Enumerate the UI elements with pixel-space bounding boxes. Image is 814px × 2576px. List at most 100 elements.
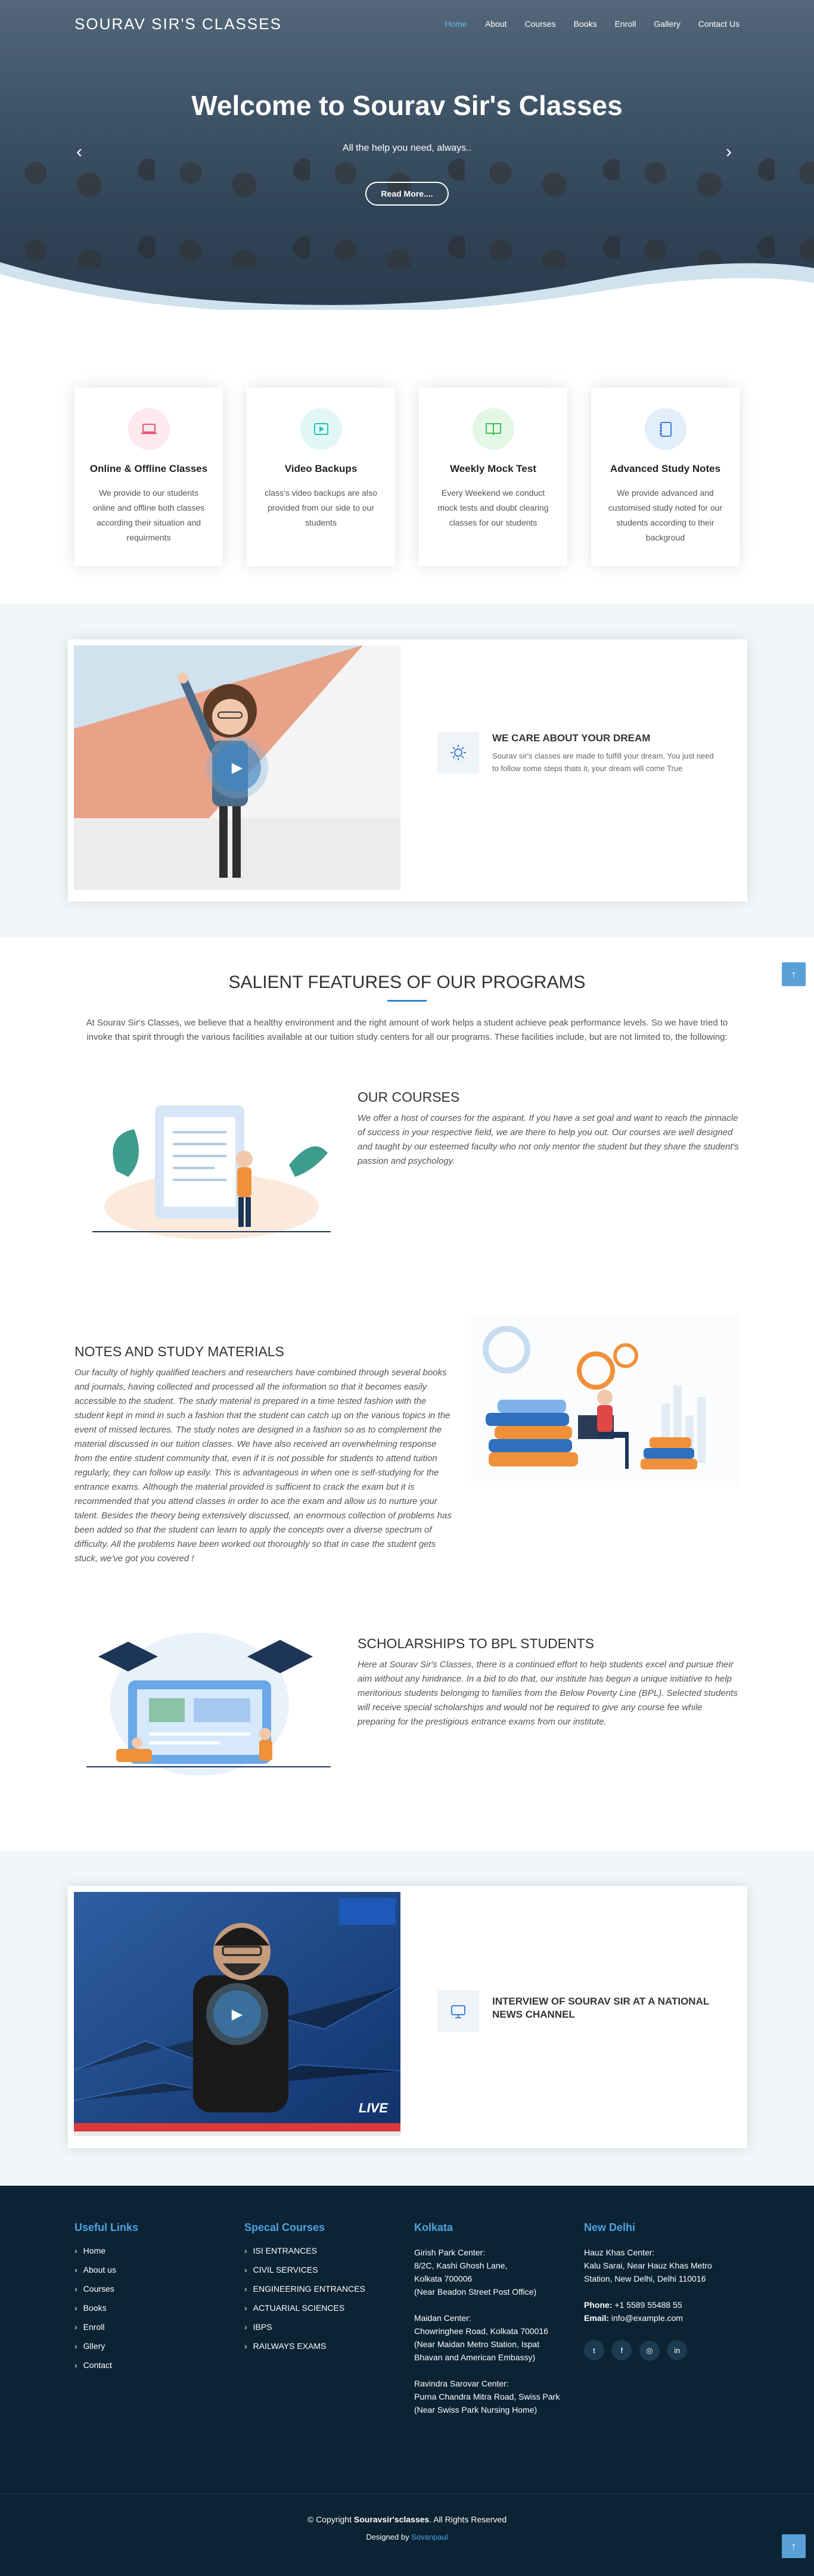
scholarship-feature: SCHOLARSHIPS TO BPL STUDENTS Here at Sou… xyxy=(358,1636,739,1729)
notes-feature: NOTES AND STUDY MATERIALS Our faculty of… xyxy=(74,1344,456,1566)
carousel-next-icon[interactable]: › xyxy=(726,142,732,162)
navbar: SOURAV SIR'S CLASSES Home About Courses … xyxy=(0,0,814,48)
back-to-top-button[interactable]: ↑ xyxy=(782,962,806,986)
dream-video-thumbnail[interactable]: ▶ xyxy=(74,645,400,890)
site-logo[interactable]: SOURAV SIR'S CLASSES xyxy=(74,15,282,33)
live-badge: LIVE xyxy=(359,2100,388,2115)
card-text: class's video backups are also provided … xyxy=(265,488,377,527)
address-line: (Near Beadon Street Post Office) xyxy=(414,2287,537,2297)
footer: Useful Links Home About us Courses Books… xyxy=(0,2186,814,2576)
footer-heading: Kolkata xyxy=(414,2221,453,2233)
dream-text: Sourav sir's classes are made to fulfill… xyxy=(492,751,714,773)
footer-link-gallery[interactable]: Gllery xyxy=(74,2341,138,2351)
footer-course-link[interactable]: ENGINEERING ENTRANCES xyxy=(244,2284,365,2294)
card-title: Weekly Mock Test xyxy=(450,463,536,474)
notes-icon xyxy=(644,408,686,450)
footer-course-link[interactable]: IBPS xyxy=(244,2322,365,2332)
footer-course-link[interactable]: RAILWAYS EXAMS xyxy=(244,2341,365,2351)
salient-intro: At Sourav Sir's Classes, we believe that… xyxy=(86,1018,728,1042)
instagram-icon[interactable]: ◎ xyxy=(639,2340,660,2361)
address-line: Bhavan and American Embassy) xyxy=(414,2353,536,2362)
card-online-classes[interactable]: Online & Offline Classes We provide to o… xyxy=(74,387,223,566)
address-line: Station, New Delhi, Delhi 110016 xyxy=(584,2274,706,2283)
designed-by-label: Designed by xyxy=(366,2533,409,2541)
phone-number[interactable]: +1 5589 55488 55 xyxy=(614,2300,682,2310)
footer-link-about[interactable]: About us xyxy=(74,2265,138,2274)
card-text: Every Weekend we conduct mock tests and … xyxy=(437,488,549,527)
footer-link-home[interactable]: Home xyxy=(74,2246,138,2255)
interview-video-box: LIVE ▶ INTERVIEW OF SOURAV SIR AT A NATI… xyxy=(68,1886,747,2148)
address-line: Girish Park Center: xyxy=(414,2248,486,2257)
address-line: 8/2C, Kashi Ghosh Lane, xyxy=(414,2261,508,2270)
title-underline xyxy=(387,1000,427,1002)
play-icon[interactable]: ▶ xyxy=(213,1990,261,2038)
copyright-brand: Souravsir'sclasses xyxy=(353,2515,430,2524)
footer-delhi: New Delhi Hauz Khas Center: Kalu Sarai, … xyxy=(584,2221,739,2361)
interview-title: INTERVIEW OF SOURAV SIR AT A NATIONAL NE… xyxy=(492,1996,709,2020)
card-title: Video Backups xyxy=(284,463,358,474)
card-mock-test[interactable]: Weekly Mock Test Every Weekend we conduc… xyxy=(419,387,567,566)
address-line: Maidan Center: xyxy=(414,2313,471,2323)
facebook-icon[interactable]: f xyxy=(611,2340,632,2360)
linkedin-icon[interactable]: in xyxy=(667,2340,688,2360)
footer-course-link[interactable]: ACTUARIAL SCIENCES xyxy=(244,2303,365,2313)
interview-video-thumbnail[interactable]: LIVE ▶ xyxy=(74,1892,400,2136)
read-more-button[interactable]: Read More.... xyxy=(365,182,449,206)
footer-link-enroll[interactable]: Enroll xyxy=(74,2322,138,2332)
address-line: (Near Maidan Metro Station, Ispat xyxy=(414,2339,540,2349)
address-line: Chowringhee Road, Kolkata 700016 xyxy=(414,2326,548,2336)
scholarship-title: SCHOLARSHIPS TO BPL STUDENTS xyxy=(358,1636,595,1651)
courses-illustration xyxy=(92,1105,331,1239)
courses-text: We offer a host of courses for the aspir… xyxy=(358,1113,739,1166)
card-video-backups[interactable]: Video Backups class's video backups are … xyxy=(247,387,395,566)
back-to-top-button[interactable]: ↑ xyxy=(782,2534,806,2558)
video-icon xyxy=(300,408,342,450)
hero-wave xyxy=(0,262,814,310)
nav-enroll[interactable]: Enroll xyxy=(615,19,636,29)
nav-courses[interactable]: Courses xyxy=(525,19,556,29)
dream-title: WE CARE ABOUT YOUR DREAM xyxy=(492,732,651,744)
designer-link[interactable]: Sovanpaul xyxy=(411,2533,448,2541)
dream-video-box: ▶ WE CARE ABOUT YOUR DREAM Sourav sir's … xyxy=(68,639,747,902)
monitor-icon xyxy=(437,1990,479,2032)
footer-special-courses: Specal Courses ISI ENTRANCES CIVIL SERVI… xyxy=(244,2221,365,2360)
address-line: Ravindra Sarovar Center: xyxy=(414,2379,509,2388)
footer-link-books[interactable]: Books xyxy=(74,2303,138,2313)
footer-useful-links: Useful Links Home About us Courses Books… xyxy=(74,2221,138,2379)
interview-section: LIVE ▶ INTERVIEW OF SOURAV SIR AT A NATI… xyxy=(0,1850,814,2186)
card-title: Online & Offline Classes xyxy=(89,463,208,474)
card-study-notes[interactable]: Advanced Study Notes We provide advanced… xyxy=(591,387,740,566)
phone-label: Phone: xyxy=(584,2300,613,2310)
nav-contact[interactable]: Contact Us xyxy=(698,19,740,29)
hero-title: Welcome to Sourav Sir's Classes xyxy=(191,90,623,121)
email-label: Email: xyxy=(584,2313,610,2323)
nav-books[interactable]: Books xyxy=(574,19,597,29)
feature-cards: Online & Offline Classes We provide to o… xyxy=(74,387,740,566)
social-links: t f ◎ in xyxy=(584,2340,739,2361)
address-line: Kolkata 700006 xyxy=(414,2274,473,2283)
main-menu: Home About Courses Books Enroll Gallery … xyxy=(445,19,740,29)
footer-course-link[interactable]: ISI ENTRANCES xyxy=(244,2246,365,2255)
carousel-prev-icon[interactable]: ‹ xyxy=(76,142,82,162)
sun-icon xyxy=(437,732,479,773)
courses-title: OUR COURSES xyxy=(358,1089,460,1105)
card-text: We provide to our students online and of… xyxy=(92,488,205,542)
copyright-rights: . All Rights Reserved xyxy=(429,2515,507,2524)
nav-gallery[interactable]: Gallery xyxy=(654,19,680,29)
email-address[interactable]: info@example.com xyxy=(611,2313,683,2323)
footer-heading: New Delhi xyxy=(584,2221,636,2233)
hero-subtitle: All the help you need, always.. xyxy=(342,143,472,153)
address-line: (Near Swiss Park Nursing Home) xyxy=(414,2405,538,2415)
address-line: Kalu Sarai, Near Hauz Khas Metro xyxy=(584,2261,712,2270)
footer-course-link[interactable]: CIVIL SERVICES xyxy=(244,2265,365,2274)
play-icon[interactable]: ▶ xyxy=(213,744,261,791)
book-icon xyxy=(472,408,514,450)
nav-home[interactable]: Home xyxy=(445,19,467,29)
footer-link-contact[interactable]: Contact xyxy=(74,2360,138,2370)
twitter-icon[interactable]: t xyxy=(584,2340,604,2360)
footer-link-courses[interactable]: Courses xyxy=(74,2284,138,2294)
courses-feature: OUR COURSES We offer a host of courses f… xyxy=(358,1089,739,1169)
address-line: Purna Chandra Mitra Road, Swiss Park xyxy=(414,2392,560,2401)
card-text: We provide advanced and customised study… xyxy=(608,488,723,542)
nav-about[interactable]: About xyxy=(485,19,507,29)
